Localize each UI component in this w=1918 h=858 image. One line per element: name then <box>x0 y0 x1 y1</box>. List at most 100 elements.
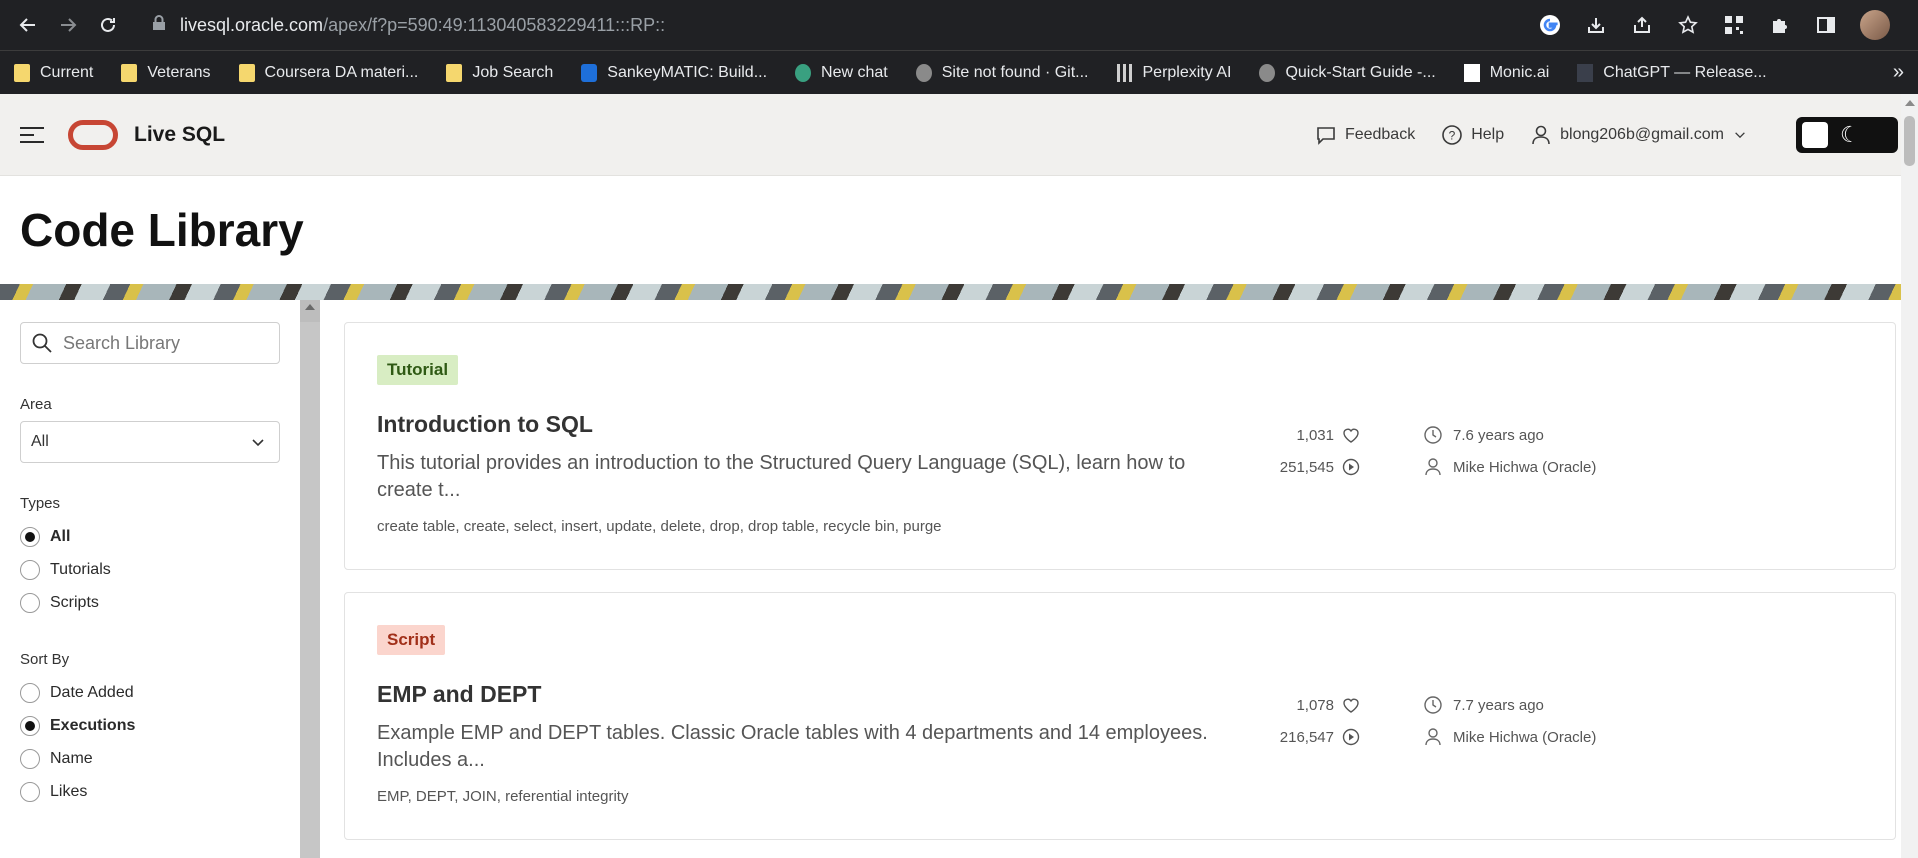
url-path: /apex/f?p=590:49:113040583229411:::RP:: <box>323 14 666 35</box>
theme-toggle[interactable]: ☾ <box>1796 116 1898 153</box>
bookmark-item[interactable]: Site not found · Git... <box>915 63 1089 82</box>
grid-icon <box>1116 63 1133 82</box>
forward-button[interactable] <box>52 9 84 41</box>
type-badge: Script <box>377 625 446 655</box>
folder-icon <box>238 63 255 82</box>
search-icon <box>32 333 52 353</box>
card-description: This tutorial provides an introduction t… <box>377 452 1186 501</box>
radio-icon <box>20 559 40 580</box>
card-author[interactable]: Mike Hichwa (Oracle) <box>1423 721 1596 753</box>
qr-code-icon[interactable] <box>1722 13 1746 37</box>
type-option-all[interactable]: All <box>20 520 280 553</box>
likes-count[interactable]: 1,078 <box>1250 689 1360 721</box>
help-button[interactable]: ? Help <box>1441 124 1504 146</box>
sort-option-name[interactable]: Name <box>20 742 280 775</box>
chevron-down-icon <box>1735 131 1745 138</box>
reload-button[interactable] <box>92 9 124 41</box>
radio-icon <box>20 781 40 802</box>
radio-icon <box>20 748 40 769</box>
bookmark-item[interactable]: SankeyMATIC: Build... <box>581 63 767 82</box>
reload-icon <box>101 17 115 32</box>
area-select[interactable]: All <box>20 421 280 463</box>
oracle-logo[interactable] <box>68 119 118 150</box>
chatgpt-icon <box>795 63 812 82</box>
bookmark-star-icon[interactable] <box>1676 13 1700 37</box>
globe-icon <box>915 63 932 82</box>
card-title[interactable]: Introduction to SQL <box>377 411 1895 438</box>
bookmark-item[interactable]: Veterans <box>121 63 211 82</box>
install-app-icon[interactable] <box>1584 13 1608 37</box>
side-panel-icon[interactable] <box>1814 13 1838 37</box>
sort-option-likes[interactable]: Likes <box>20 775 280 808</box>
card-description: Example EMP and DEPT tables. Classic Ora… <box>377 722 1208 771</box>
page-heading: Code Library <box>0 176 1918 284</box>
card-title[interactable]: EMP and DEPT <box>377 681 1895 708</box>
page-title: Code Library <box>20 204 304 256</box>
card-age: 7.7 years ago <box>1423 689 1596 721</box>
comment-icon <box>1317 126 1335 145</box>
share-icon[interactable] <box>1630 13 1654 37</box>
google-lens-icon[interactable] <box>1538 13 1562 37</box>
svg-text:?: ? <box>1449 128 1456 142</box>
user-icon <box>1425 458 1441 476</box>
play-icon <box>1342 728 1360 746</box>
monic-icon <box>1463 63 1480 82</box>
extensions-puzzle-icon[interactable] <box>1768 13 1792 37</box>
user-icon <box>1532 125 1550 144</box>
bookmark-item[interactable]: Job Search <box>446 63 553 82</box>
scroll-up-icon[interactable] <box>305 304 315 310</box>
library-card[interactable]: Tutorial Introduction to SQL This tutori… <box>344 322 1896 570</box>
library-card[interactable]: Script EMP and DEPT Example EMP and DEPT… <box>344 592 1896 840</box>
likes-count[interactable]: 1,031 <box>1250 419 1360 451</box>
play-icon <box>1342 458 1360 476</box>
bookmark-item[interactable]: New chat <box>795 63 888 82</box>
search-box[interactable] <box>20 322 280 364</box>
sort-option-date-added[interactable]: Date Added <box>20 676 280 709</box>
bookmark-item[interactable]: Perplexity AI <box>1116 63 1231 82</box>
filter-sidebar: Area All Types All Tutorials Scripts Sor… <box>0 300 300 858</box>
type-option-scripts[interactable]: Scripts <box>20 586 280 619</box>
folder-icon <box>446 63 463 82</box>
executions-count: 216,547 <box>1250 721 1360 753</box>
sort-label: Sort By <box>20 651 70 668</box>
search-input[interactable] <box>63 332 263 354</box>
bookmark-item[interactable]: Monic.ai <box>1463 63 1549 82</box>
profile-avatar[interactable] <box>1860 10 1890 40</box>
scrollbar-thumb[interactable] <box>1904 116 1915 166</box>
radio-icon <box>20 592 40 613</box>
feedback-button[interactable]: Feedback <box>1315 124 1415 146</box>
card-author[interactable]: Mike Hichwa (Oracle) <box>1423 451 1596 483</box>
bookmark-item[interactable]: Coursera DA materi... <box>238 63 418 82</box>
more-bookmarks-button[interactable]: » <box>1893 61 1904 84</box>
menu-icon[interactable] <box>20 122 44 148</box>
card-tags: create table, create, select, insert, up… <box>377 518 942 535</box>
scroll-up-icon[interactable] <box>1905 100 1915 106</box>
decorative-banner <box>0 284 1918 300</box>
bookmark-item[interactable]: Current <box>14 63 93 82</box>
bookmark-item[interactable]: ChatGPT — Release... <box>1577 63 1767 82</box>
area-label: Area <box>20 396 52 413</box>
card-age: 7.6 years ago <box>1423 419 1596 451</box>
sort-option-executions[interactable]: Executions <box>20 709 280 742</box>
user-menu-button[interactable]: blong206b@gmail.com <box>1530 124 1748 146</box>
app-header: Live SQL Feedback ? Help blong206b@gmail… <box>0 94 1918 176</box>
arrow-right-icon <box>61 18 77 32</box>
page-scrollbar[interactable] <box>1901 94 1918 858</box>
app-title[interactable]: Live SQL <box>134 123 225 147</box>
chevron-down-icon <box>252 439 264 447</box>
address-bar[interactable]: livesql.oracle.com/apex/f?p=590:49:11304… <box>152 8 1538 42</box>
lock-icon <box>152 14 166 36</box>
heart-icon <box>1343 428 1359 443</box>
bookmark-item[interactable]: Quick-Start Guide -... <box>1259 63 1436 82</box>
arrow-left-icon <box>19 18 35 32</box>
user-icon <box>1425 728 1441 746</box>
sankeymatic-icon <box>581 63 598 82</box>
sidebar-scrollbar[interactable] <box>300 300 320 858</box>
globe-icon <box>1259 63 1276 82</box>
back-button[interactable] <box>12 9 44 41</box>
scrollbar-track[interactable] <box>300 322 320 858</box>
types-label: Types <box>20 495 61 512</box>
type-option-tutorials[interactable]: Tutorials <box>20 553 280 586</box>
radio-icon <box>20 715 40 736</box>
help-icon: ? <box>1442 124 1463 145</box>
